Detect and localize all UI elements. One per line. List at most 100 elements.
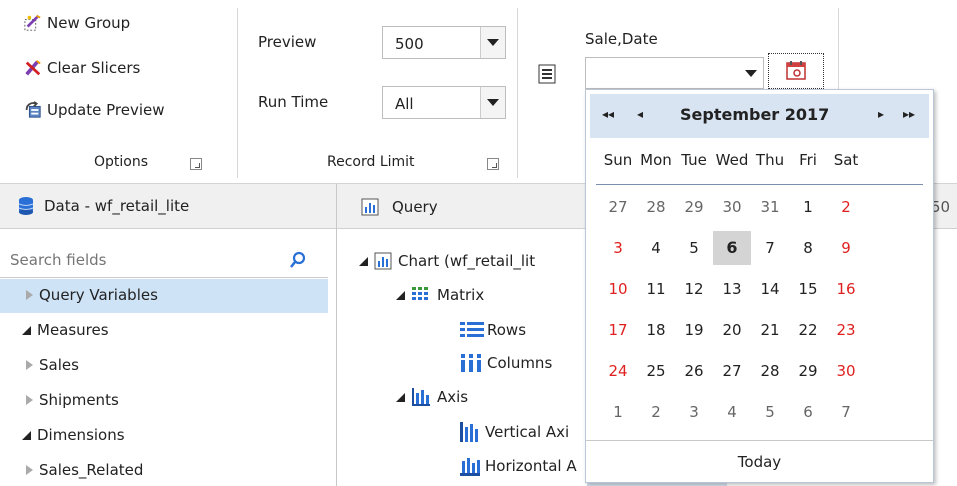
- tree-item-shipments[interactable]: Shipments: [26, 391, 119, 409]
- tree-item-dimensions[interactable]: Dimensions: [22, 426, 125, 444]
- tree-item-horizontal-axis[interactable]: Horizontal A: [459, 455, 577, 477]
- clear-slicers-button[interactable]: Clear Slicers: [24, 59, 140, 77]
- list-icon[interactable]: [538, 64, 556, 84]
- calendar-day[interactable]: 1: [599, 395, 637, 429]
- chevron-down-icon[interactable]: [480, 87, 505, 118]
- calendar-day[interactable]: 29: [675, 190, 713, 224]
- prev-year-icon[interactable]: ◂◂: [602, 107, 614, 121]
- today-button[interactable]: Today: [586, 440, 933, 483]
- sale-date-field[interactable]: [585, 57, 764, 89]
- expand-arrow-icon[interactable]: [26, 395, 33, 405]
- calendar-day[interactable]: 16: [827, 272, 865, 306]
- calendar-day[interactable]: 15: [789, 272, 827, 306]
- calendar-day[interactable]: 22: [789, 313, 827, 347]
- search-fields-box[interactable]: [0, 243, 328, 278]
- rows-icon: [460, 322, 484, 337]
- calendar-day[interactable]: 24: [599, 354, 637, 388]
- calendar-day[interactable]: 28: [637, 190, 675, 224]
- weekday-header: Mon: [640, 151, 672, 169]
- calendar-day[interactable]: 4: [637, 231, 675, 265]
- collapse-arrow-icon[interactable]: [396, 392, 405, 402]
- collapse-arrow-icon[interactable]: [22, 430, 31, 440]
- runtime-limit-dropdown[interactable]: All: [382, 86, 506, 119]
- expand-arrow-icon[interactable]: [26, 465, 33, 475]
- calendar-day[interactable]: 2: [637, 395, 675, 429]
- options-dialog-launcher-icon[interactable]: [190, 158, 202, 170]
- calendar-day[interactable]: 25: [637, 354, 675, 388]
- calendar-day[interactable]: 21: [751, 313, 789, 347]
- chevron-down-icon[interactable]: [739, 58, 763, 88]
- calendar-day[interactable]: 29: [789, 354, 827, 388]
- calendar-day[interactable]: 1: [789, 190, 827, 224]
- calendar-day[interactable]: 6: [789, 395, 827, 429]
- ribbon-divider: [237, 8, 238, 178]
- record-limit-group-title: Record Limit: [327, 154, 415, 170]
- tree-item-measures[interactable]: Measures: [22, 321, 109, 339]
- date-picker-button[interactable]: [768, 53, 824, 89]
- weekday-header: Sat: [833, 151, 859, 169]
- calendar-day[interactable]: 31: [751, 190, 789, 224]
- calendar-day-selected[interactable]: 6: [713, 231, 751, 265]
- preview-label: Preview: [258, 33, 317, 51]
- tree-item-columns[interactable]: Columns: [459, 353, 552, 373]
- calendar-day[interactable]: 4: [713, 395, 751, 429]
- calendar-day[interactable]: 13: [713, 272, 751, 306]
- calendar-day[interactable]: 10: [599, 272, 637, 306]
- calendar-day[interactable]: 9: [827, 231, 865, 265]
- options-group-title: Options: [94, 154, 149, 170]
- tree-item-sales-related[interactable]: Sales_Related: [26, 461, 143, 479]
- calendar-day[interactable]: 20: [713, 313, 751, 347]
- calendar-day[interactable]: 14: [751, 272, 789, 306]
- tree-item-chart[interactable]: Chart (wf_retail_lit: [359, 252, 535, 270]
- calendar-day[interactable]: 7: [751, 231, 789, 265]
- chart-icon: [361, 198, 379, 216]
- calendar-day[interactable]: 27: [713, 354, 751, 388]
- calendar-day[interactable]: 26: [675, 354, 713, 388]
- calendar-day[interactable]: 17: [599, 313, 637, 347]
- calendar-day[interactable]: 5: [751, 395, 789, 429]
- calendar-day[interactable]: 18: [637, 313, 675, 347]
- calendar-month-title[interactable]: September 2017: [680, 105, 829, 124]
- tree-item-vertical-axis[interactable]: Vertical Axi: [459, 421, 569, 443]
- calendar-day[interactable]: 30: [713, 190, 751, 224]
- matrix-icon: [412, 287, 428, 300]
- collapse-arrow-icon[interactable]: [396, 290, 405, 300]
- expand-arrow-icon[interactable]: [26, 360, 33, 370]
- tree-item-axis[interactable]: Axis: [396, 387, 468, 407]
- collapse-arrow-icon[interactable]: [359, 256, 368, 266]
- calendar-day[interactable]: 19: [675, 313, 713, 347]
- calendar-day[interactable]: 11: [637, 272, 675, 306]
- calendar-day[interactable]: 27: [599, 190, 637, 224]
- calendar-day[interactable]: 7: [827, 395, 865, 429]
- preview-limit-dropdown[interactable]: 500: [382, 26, 506, 59]
- query-panel-title: Query: [392, 198, 438, 216]
- tree-item-rows[interactable]: Rows: [459, 320, 526, 340]
- calendar-day[interactable]: 3: [599, 231, 637, 265]
- tree-item-sales[interactable]: Sales: [26, 356, 79, 374]
- next-month-icon[interactable]: ▸: [878, 107, 884, 121]
- calendar-day[interactable]: 12: [675, 272, 713, 306]
- chevron-down-icon[interactable]: [480, 27, 505, 58]
- calendar-day[interactable]: 30: [827, 354, 865, 388]
- collapse-arrow-icon[interactable]: [22, 325, 31, 335]
- update-preview-button[interactable]: Update Preview: [24, 101, 164, 119]
- record-limit-dialog-launcher-icon[interactable]: [487, 158, 499, 170]
- weekday-header: Wed: [715, 151, 749, 169]
- calendar-day[interactable]: 2: [827, 190, 865, 224]
- calendar-header: ◂◂ ◂ September 2017 ▸ ▸▸: [590, 94, 929, 138]
- calendar-day[interactable]: 3: [675, 395, 713, 429]
- calendar-day[interactable]: 28: [751, 354, 789, 388]
- calendar-day[interactable]: 5: [675, 231, 713, 265]
- search-icon[interactable]: [289, 251, 307, 269]
- tree-item-matrix[interactable]: Matrix: [396, 286, 484, 304]
- new-group-button[interactable]: New Group: [24, 14, 130, 32]
- tree-item-label: Measures: [37, 321, 109, 339]
- next-year-icon[interactable]: ▸▸: [903, 107, 915, 121]
- new-group-icon: [24, 14, 41, 31]
- search-input[interactable]: [8, 248, 282, 272]
- calendar-day[interactable]: 8: [789, 231, 827, 265]
- calendar-day[interactable]: 23: [827, 313, 865, 347]
- expand-arrow-icon[interactable]: [26, 290, 33, 300]
- prev-month-icon[interactable]: ◂: [637, 107, 643, 121]
- tree-item-query-variables-row[interactable]: Query Variables: [26, 286, 158, 304]
